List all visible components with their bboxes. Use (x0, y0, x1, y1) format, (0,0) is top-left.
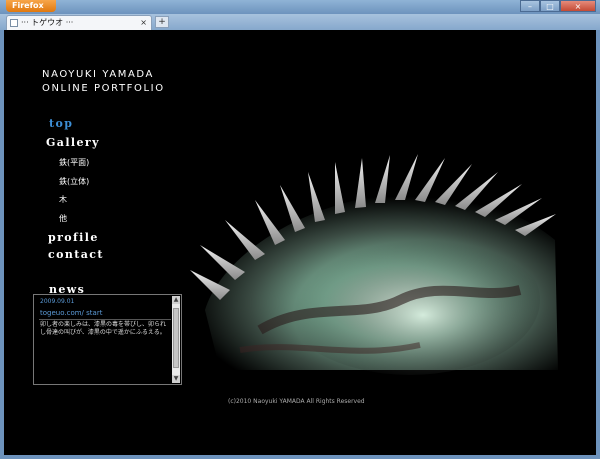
scroll-down-icon[interactable]: ▼ (172, 375, 180, 383)
site-title: NAOYUKI YAMADA ONLINE PORTFOLIO (42, 68, 165, 96)
news-divider (39, 319, 171, 320)
scroll-up-icon[interactable]: ▲ (172, 296, 180, 304)
nav-gallery-sub-4[interactable]: 他 (59, 213, 67, 224)
maximize-button[interactable]: □ (540, 0, 560, 12)
page-icon (10, 19, 18, 27)
sculpture-image (190, 154, 558, 375)
nav-gallery[interactable]: Gallery (46, 136, 100, 149)
copyright-text: (c)2010 Naoyuki YAMADA All Rights Reserv… (228, 398, 365, 405)
nav-gallery-sub-1[interactable]: 鉄(平面) (59, 157, 89, 168)
close-button[interactable]: × (560, 0, 596, 12)
window-controls: – □ × (520, 0, 596, 12)
new-tab-button[interactable]: + (155, 16, 169, 28)
minimize-button[interactable]: – (520, 0, 540, 12)
news-scrollbar[interactable]: ▲ ▼ (172, 296, 180, 383)
window-frame-bottom (0, 455, 600, 459)
tab-bar: ··· トゲウオ ··· × + (0, 14, 600, 30)
scroll-thumb[interactable] (173, 308, 179, 368)
tab-close-icon[interactable]: × (140, 16, 147, 30)
window-frame-left (0, 30, 4, 459)
nav-gallery-sub-2[interactable]: 鉄(立体) (59, 176, 89, 187)
nav-contact[interactable]: contact (48, 248, 104, 261)
browser-tab[interactable]: ··· トゲウオ ··· × (6, 15, 152, 30)
news-date: 2009.09.01 (40, 298, 75, 305)
news-box: 2009.09.01 togeuo.com/ start 卯し者の楽しみは、漆黒… (33, 294, 182, 385)
site-title-line2: ONLINE PORTFOLIO (42, 83, 165, 94)
news-text: 卯し者の楽しみは、漆黒の毒を帯びし、卯られし骨達の叫びが、漆黒の中で遥かにふるえ… (40, 321, 167, 336)
nav-top[interactable]: top (49, 117, 73, 130)
nav-gallery-sub-3[interactable]: 木 (59, 194, 67, 205)
window-titlebar: Firefox – □ × (0, 0, 600, 14)
site-title-line1: NAOYUKI YAMADA (42, 69, 154, 80)
news-link[interactable]: togeuo.com/ start (40, 309, 102, 317)
firefox-menu-button[interactable]: Firefox (6, 0, 56, 12)
nav-profile[interactable]: profile (48, 231, 99, 244)
tab-title: ··· トゲウオ ··· (21, 18, 74, 27)
window-frame-right (596, 30, 600, 459)
